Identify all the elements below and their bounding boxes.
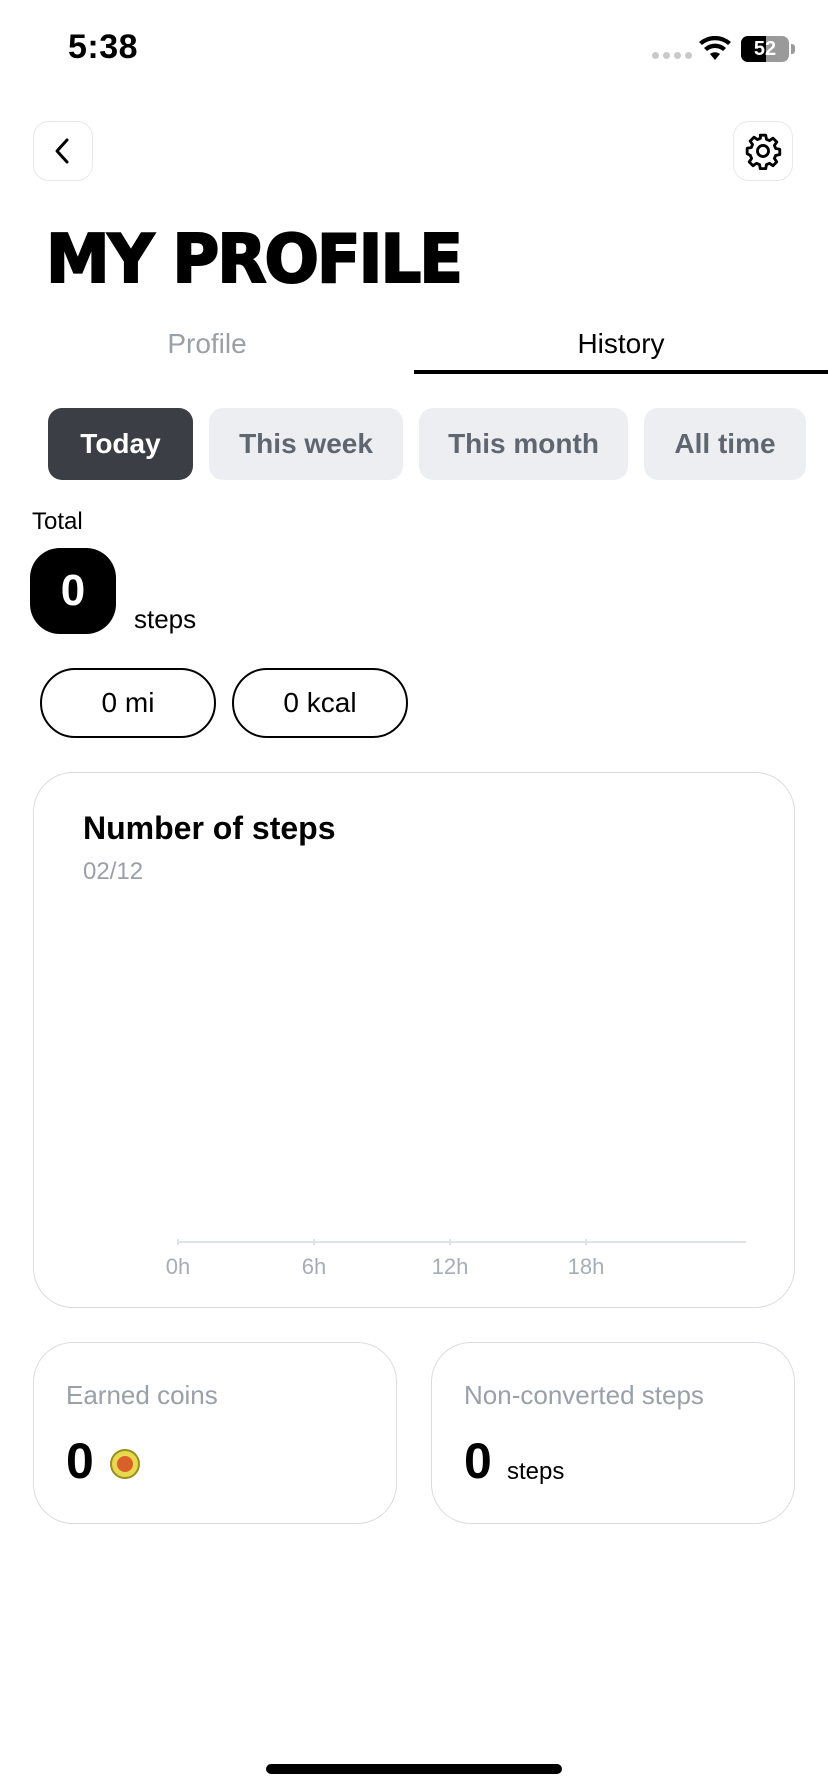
status-time: 5:38 [68, 28, 139, 66]
period-this-week-button[interactable]: This week [209, 408, 403, 480]
steps-chart: 0h 6h 12h 18h [166, 1239, 746, 1279]
chart-x-tick-label: 12h [432, 1254, 469, 1279]
non-converted-steps-value: 0 [464, 1433, 492, 1489]
chart-x-tick-label: 0h [166, 1254, 190, 1279]
non-converted-steps-unit: steps [507, 1458, 565, 1485]
active-tab-indicator [414, 370, 828, 374]
wifi-icon [699, 36, 731, 60]
non-converted-steps-label: Non-converted steps [464, 1380, 704, 1410]
gear-icon [745, 133, 782, 170]
chart-x-tick-label: 18h [568, 1254, 605, 1279]
cellular-signal-icon [652, 52, 692, 59]
total-steps-unit: steps [134, 604, 197, 634]
earned-coins-label: Earned coins [66, 1380, 218, 1410]
tab-history[interactable]: History [414, 326, 828, 374]
total-label: Total [32, 508, 83, 535]
period-this-month-button[interactable]: This month [419, 408, 628, 480]
coin-icon [110, 1449, 140, 1479]
page-title: MY PROFILE [45, 220, 464, 299]
battery-level: 52 [753, 38, 777, 60]
earned-coins-value: 0 [66, 1433, 94, 1489]
distance-pill: 0 mi [40, 668, 216, 738]
home-indicator[interactable] [266, 1764, 562, 1774]
period-today-button[interactable]: Today [48, 408, 193, 480]
total-steps-value: 0 [30, 548, 116, 634]
chevron-left-icon [55, 138, 69, 164]
back-button[interactable] [33, 121, 93, 181]
battery-cap [791, 44, 795, 54]
battery-icon: 52 [741, 36, 789, 62]
tab-profile[interactable]: Profile [0, 326, 414, 374]
calories-pill: 0 kcal [232, 668, 408, 738]
chart-x-tick-label: 6h [302, 1254, 326, 1279]
settings-button[interactable] [733, 121, 793, 181]
period-all-time-button[interactable]: All time [644, 408, 806, 480]
